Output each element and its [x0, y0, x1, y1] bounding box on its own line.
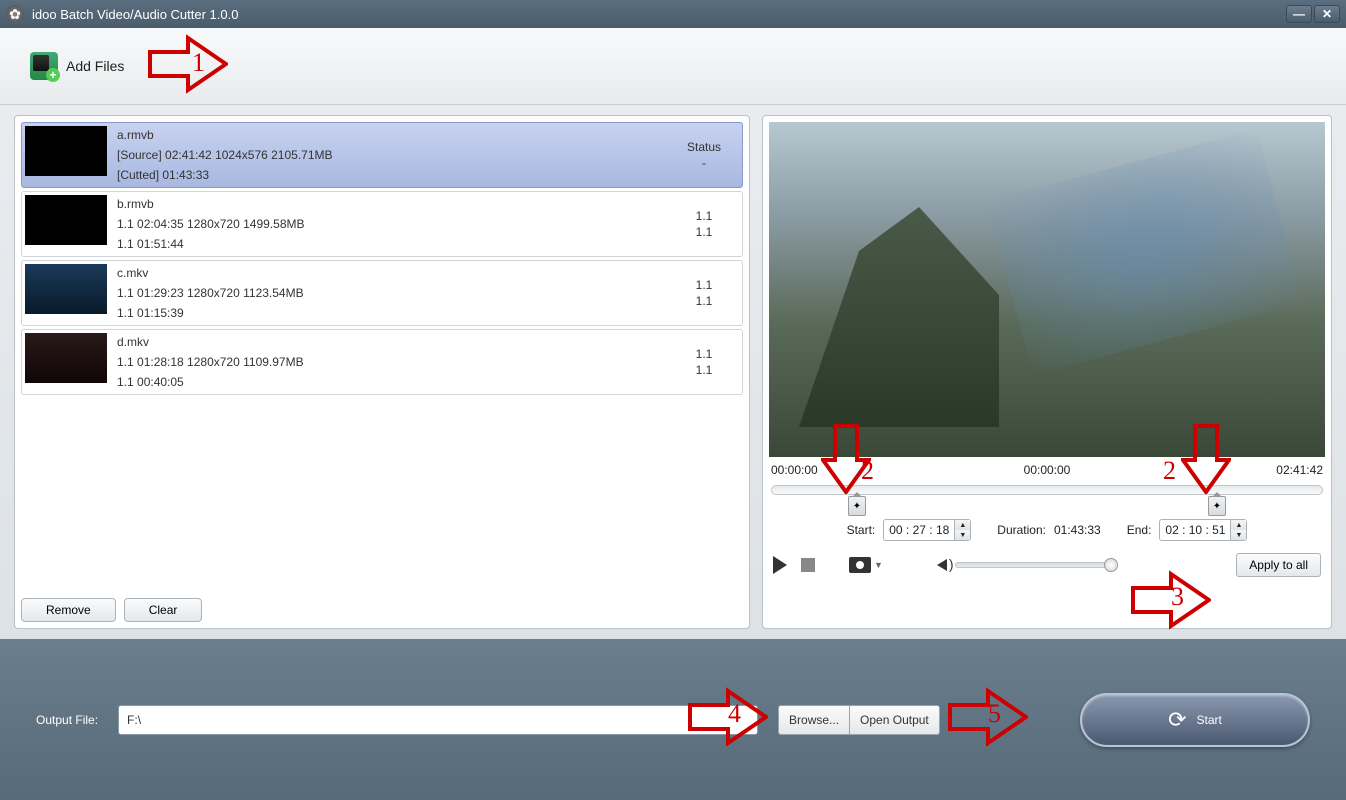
file-name: d.mkv: [117, 333, 659, 351]
file-name: a.rmvb: [117, 126, 659, 144]
cut-end-handle[interactable]: ✦: [1208, 496, 1226, 516]
snapshot-button[interactable]: [849, 557, 871, 573]
end-label: End:: [1127, 523, 1152, 537]
start-button[interactable]: ⟳ Start: [1080, 693, 1310, 747]
file-info: b.rmvb 1.1 02:04:35 1280x720 1499.58MB 1.1…: [117, 195, 659, 253]
add-files-button[interactable]: Add Files: [30, 52, 124, 80]
refresh-icon: ⟳: [1168, 707, 1186, 733]
file-info: a.rmvb [Source] 02:41:42 1024x576 2105.71…: [117, 126, 659, 184]
thumbnail: [25, 333, 107, 383]
minimize-button[interactable]: —: [1286, 5, 1312, 23]
timeline-start: 00:00:00: [771, 463, 818, 477]
output-file-label: Output File:: [36, 713, 98, 727]
snapshot-menu-icon[interactable]: ▼: [874, 560, 883, 570]
title-bar: ✿ idoo Batch Video/Audio Cutter 1.0.0 — …: [0, 0, 1346, 28]
cut-controls: Start: 00 : 27 : 18 ▲▼ Duration: 01:43:3…: [769, 519, 1325, 541]
add-files-icon: [30, 52, 58, 80]
file-list: a.rmvb [Source] 02:41:42 1024x576 2105.71…: [21, 122, 743, 592]
file-cutted: [Cutted] 01:43:33: [117, 166, 659, 184]
volume-icon[interactable]: [937, 559, 947, 571]
main-area: a.rmvb [Source] 02:41:42 1024x576 2105.71…: [0, 105, 1346, 639]
end-down-icon[interactable]: ▼: [1231, 530, 1246, 540]
file-cutted: 1.1 01:51:44: [117, 235, 659, 253]
file-cutted: 1.1 00:40:05: [117, 373, 659, 391]
timeline-slider[interactable]: ✦ ✦: [771, 485, 1323, 495]
open-output-button[interactable]: Open Output: [850, 705, 940, 735]
start-down-icon[interactable]: ▼: [955, 530, 970, 540]
video-preview[interactable]: [769, 122, 1325, 457]
remove-button[interactable]: Remove: [21, 598, 116, 622]
cut-start-handle[interactable]: ✦: [848, 496, 866, 516]
file-row[interactable]: a.rmvb [Source] 02:41:42 1024x576 2105.71…: [21, 122, 743, 188]
stop-button[interactable]: [801, 558, 815, 572]
file-list-panel: a.rmvb [Source] 02:41:42 1024x576 2105.71…: [14, 115, 750, 629]
thumbnail: [25, 126, 107, 176]
footer: Output File: Browse... Open Output ⟳ Sta…: [0, 639, 1346, 800]
file-name: c.mkv: [117, 264, 659, 282]
file-status: 1.11.1: [669, 264, 739, 322]
file-source: [Source] 02:41:42 1024x576 2105.71MB: [117, 146, 659, 164]
browse-button[interactable]: Browse...: [778, 705, 850, 735]
preview-panel: 00:00:00 00:00:00 02:41:42 ✦ ✦ Start: 00…: [762, 115, 1332, 629]
file-row[interactable]: d.mkv 1.1 01:28:18 1280x720 1109.97MB 1.1 …: [21, 329, 743, 395]
apply-to-all-button[interactable]: Apply to all: [1236, 553, 1321, 577]
timeline-current: 00:00:00: [1024, 463, 1071, 477]
clear-button[interactable]: Clear: [124, 598, 203, 622]
file-row[interactable]: b.rmvb 1.1 02:04:35 1280x720 1499.58MB 1.1…: [21, 191, 743, 257]
close-button[interactable]: ✕: [1314, 5, 1340, 23]
output-path-input[interactable]: [118, 705, 758, 735]
timeline-times: 00:00:00 00:00:00 02:41:42: [769, 457, 1325, 483]
volume-slider[interactable]: [955, 562, 1115, 568]
file-row[interactable]: c.mkv 1.1 01:29:23 1280x720 1123.54MB 1.1 …: [21, 260, 743, 326]
end-up-icon[interactable]: ▲: [1231, 520, 1246, 530]
app-title: idoo Batch Video/Audio Cutter 1.0.0: [32, 7, 1286, 22]
file-source: 1.1 01:29:23 1280x720 1123.54MB: [117, 284, 659, 302]
file-source: 1.1 02:04:35 1280x720 1499.58MB: [117, 215, 659, 233]
file-source: 1.1 01:28:18 1280x720 1109.97MB: [117, 353, 659, 371]
thumbnail: [25, 195, 107, 245]
player-controls: ▼ Apply to all: [769, 553, 1325, 577]
file-status: 1.11.1: [669, 195, 739, 253]
start-label: Start:: [847, 523, 876, 537]
thumbnail: [25, 264, 107, 314]
file-info: c.mkv 1.1 01:29:23 1280x720 1123.54MB 1.1 …: [117, 264, 659, 322]
annotation-5: 5: [948, 687, 1028, 747]
file-status: 1.11.1: [669, 333, 739, 391]
file-cutted: 1.1 01:15:39: [117, 304, 659, 322]
duration-value: 01:43:33: [1054, 523, 1101, 537]
timeline-end: 02:41:42: [1276, 463, 1323, 477]
start-time-input[interactable]: 00 : 27 : 18 ▲▼: [883, 519, 971, 541]
end-time-input[interactable]: 02 : 10 : 51 ▲▼: [1159, 519, 1247, 541]
file-name: b.rmvb: [117, 195, 659, 213]
volume-knob[interactable]: [1104, 558, 1118, 572]
file-status: Status-: [669, 126, 739, 184]
toolbar: Add Files 1: [0, 28, 1346, 105]
play-button[interactable]: [773, 556, 787, 574]
start-label: Start: [1197, 713, 1222, 727]
add-files-label: Add Files: [66, 58, 124, 74]
duration-label: Duration:: [997, 523, 1046, 537]
app-icon: ✿: [6, 5, 24, 23]
file-info: d.mkv 1.1 01:28:18 1280x720 1109.97MB 1.1 …: [117, 333, 659, 391]
status-header: Status: [687, 140, 721, 154]
start-up-icon[interactable]: ▲: [955, 520, 970, 530]
annotation-3: 3: [1131, 570, 1211, 630]
